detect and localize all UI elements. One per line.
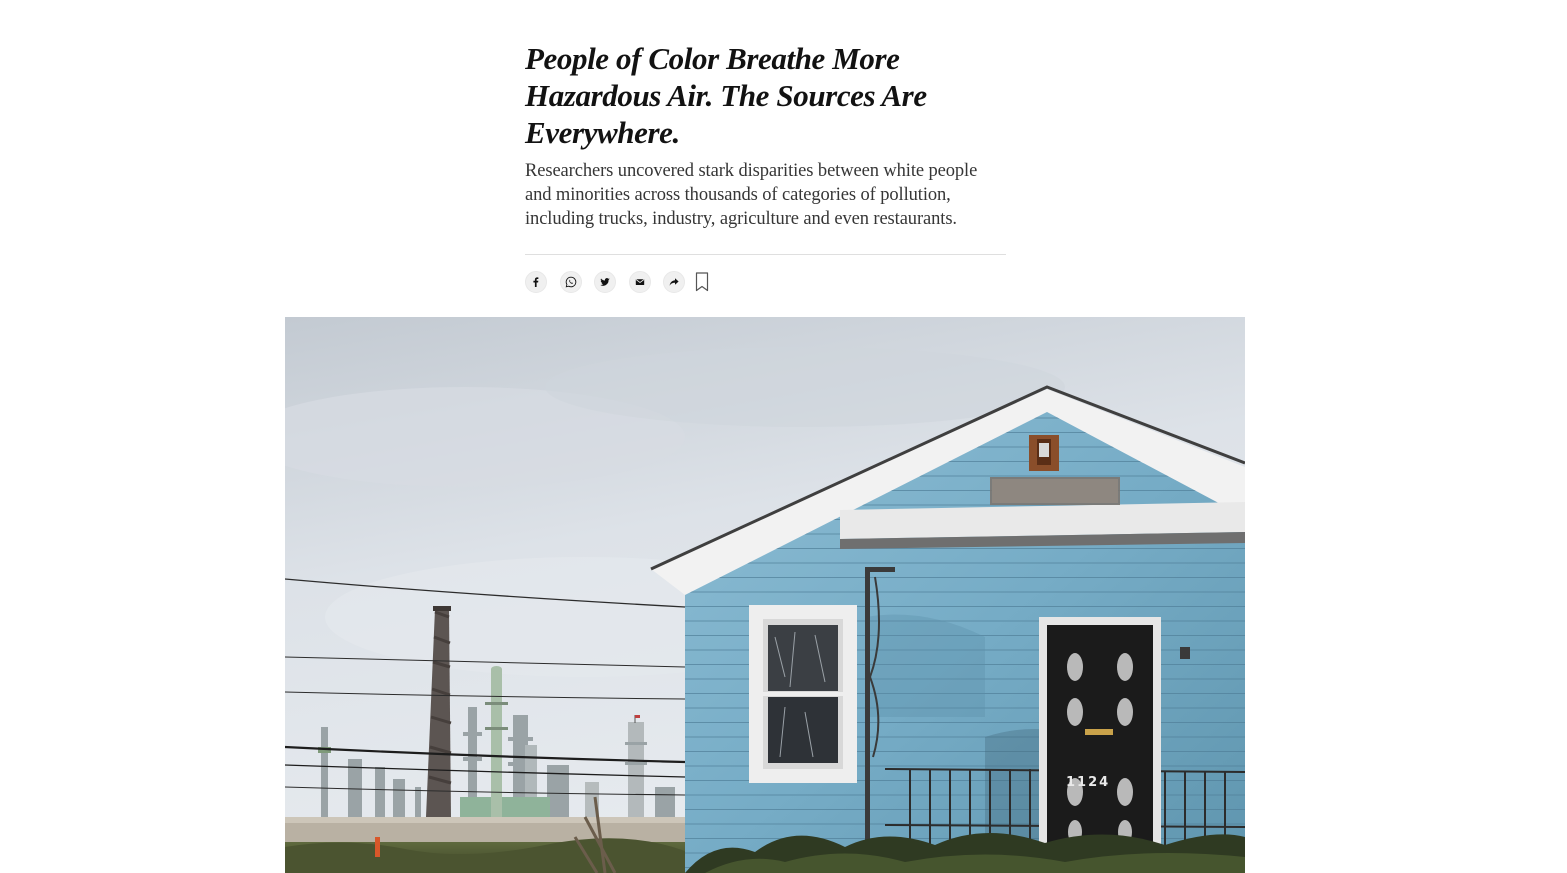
- share-arrow-icon: [669, 278, 679, 286]
- facebook-share-button[interactable]: [525, 271, 547, 293]
- header-divider: [525, 254, 1006, 255]
- more-share-button[interactable]: [663, 271, 685, 293]
- share-toolbar: [525, 271, 710, 293]
- twitter-share-button[interactable]: [594, 271, 616, 293]
- whatsapp-share-button[interactable]: [559, 271, 582, 293]
- save-article-button[interactable]: [694, 271, 710, 293]
- twitter-icon: [600, 278, 610, 286]
- house-number: 1124: [1066, 775, 1111, 790]
- article-headline: People of Color Breathe More Hazardous A…: [525, 41, 927, 150]
- facebook-icon: [533, 277, 539, 287]
- email-icon: [635, 279, 644, 285]
- email-share-button[interactable]: [628, 271, 651, 293]
- bookmark-icon: [695, 272, 708, 292]
- whatsapp-icon: [565, 276, 576, 288]
- hero-photo: 1124: [285, 317, 1245, 873]
- article-summary: Researchers uncovered stark disparities …: [525, 161, 978, 229]
- article-header: People of Color Breathe More Hazardous A…: [525, 40, 1006, 231]
